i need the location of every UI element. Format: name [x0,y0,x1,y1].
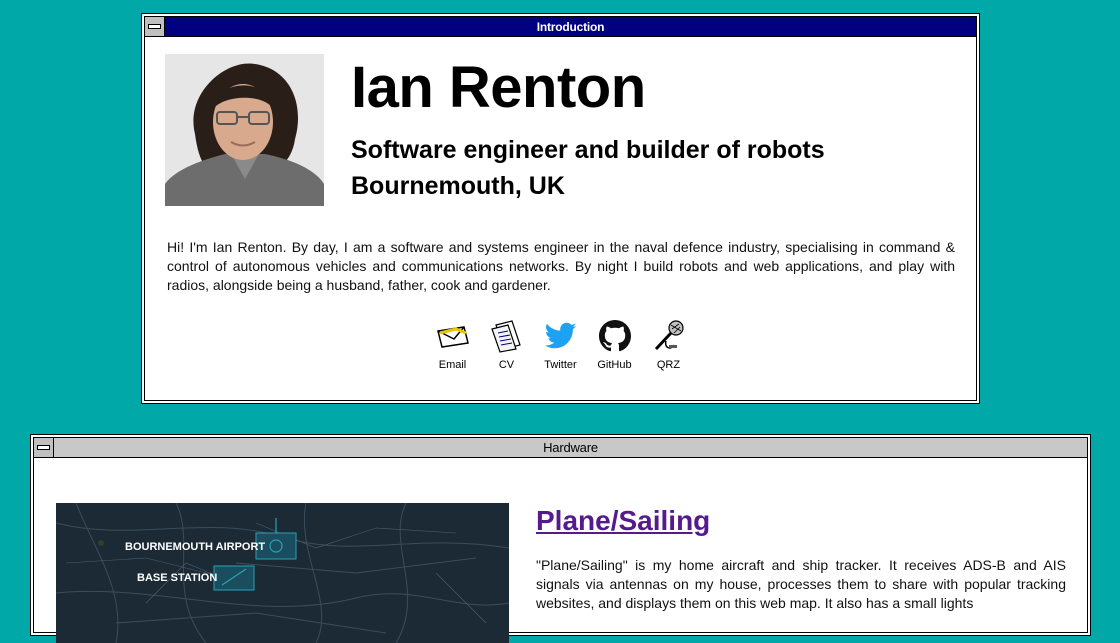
cv-icon [490,319,524,353]
github-link[interactable]: GitHub [588,319,642,371]
bio-paragraph: Hi! I'm Ian Renton. By day, I am a softw… [167,239,955,293]
social-links: Email CV Twitter GitHub QRZ [142,319,979,371]
window-title: Introduction [536,19,605,34]
email-link[interactable]: Email [426,319,480,371]
subtitle: Software engineer and builder of robots [351,136,825,164]
project-title-link[interactable]: Plane/Sailing [536,505,710,537]
microphone-icon [652,319,686,353]
location: Bournemouth, UK [351,172,565,200]
link-label: CV [498,359,515,371]
twitter-icon [544,319,578,353]
introduction-titlebar[interactable]: Introduction [145,17,976,37]
link-label: QRZ [656,359,681,371]
hardware-titlebar[interactable]: Hardware [34,438,1087,458]
system-menu-button[interactable] [145,17,165,36]
introduction-window: Introduction Ian Renton Software enginee… [141,13,980,404]
twitter-link[interactable]: Twitter [534,319,588,371]
hardware-window: Hardware BOURNEMOUTH AIRPORT BASE STATIO… [30,434,1091,643]
system-menu-button[interactable] [34,438,54,457]
page-title: Ian Renton [351,55,646,120]
cv-link[interactable]: CV [480,319,534,371]
github-icon [598,319,632,353]
link-label: Twitter [544,359,577,371]
map-label-base-station: BASE STATION [137,572,218,584]
profile-photo [165,54,324,206]
qrz-link[interactable]: QRZ [642,319,696,371]
link-label: Email [438,359,467,371]
project-description: "Plane/Sailing" is my home aircraft and … [536,557,1066,611]
project-map-image[interactable]: BOURNEMOUTH AIRPORT BASE STATION [56,503,509,643]
link-label: GitHub [597,359,632,371]
email-icon [436,319,470,353]
window-title: Hardware [543,440,598,455]
map-label-airport: BOURNEMOUTH AIRPORT [125,541,266,553]
